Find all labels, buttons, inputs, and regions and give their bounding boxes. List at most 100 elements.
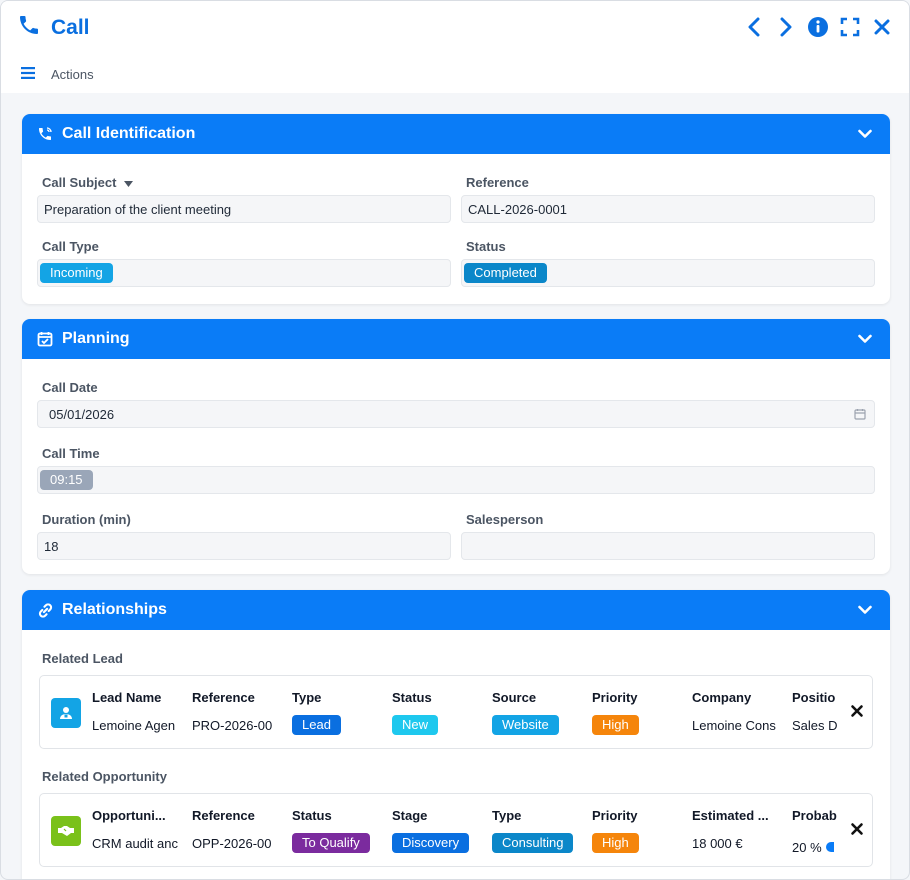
actions-menu[interactable]: Actions xyxy=(21,67,94,82)
lead-source-badge: Website xyxy=(492,715,559,735)
lead-type-badge: Lead xyxy=(292,715,341,735)
lead-user-icon xyxy=(51,698,81,728)
lead-company-value: Lemoine Cons xyxy=(692,717,776,733)
remove-opportunity-icon[interactable] xyxy=(850,822,864,841)
relationships-section: Relationships Related Lead Lead Name Lem… xyxy=(22,590,890,879)
call-identification-section: Call Identification Call Subject Prepara… xyxy=(22,114,890,304)
lead-type-col: Type Lead xyxy=(292,690,382,735)
window-header: Call Actions xyxy=(1,1,909,93)
chevron-down-icon[interactable] xyxy=(858,602,872,620)
column-header: Lead Name xyxy=(92,690,162,705)
column-header: Type xyxy=(492,808,522,823)
status-badge: Completed xyxy=(464,263,547,283)
calendar-check-icon xyxy=(36,330,54,348)
lead-position-value: Sales D xyxy=(792,717,838,733)
reference-label: Reference xyxy=(466,175,529,190)
lead-reference-value: PRO-2026-00 xyxy=(192,717,273,733)
call-date-label: Call Date xyxy=(42,380,98,395)
lead-name-col: Lead Name Lemoine Agen xyxy=(92,690,182,735)
column-header: Priority xyxy=(592,690,638,705)
column-header: Stage xyxy=(392,808,428,823)
handshake-icon xyxy=(51,816,81,846)
related-opportunity-card[interactable]: Opportuni... CRM audit anc Reference OPP… xyxy=(39,793,873,867)
call-subject-label-text: Call Subject xyxy=(42,175,117,190)
phone-icon xyxy=(17,13,41,42)
duration-field[interactable]: 18 xyxy=(37,532,451,560)
opportunity-probability-value: 20 % xyxy=(792,839,822,855)
chevron-down-icon[interactable] xyxy=(858,126,872,144)
call-date-field[interactable]: 05/01/2026 xyxy=(37,400,875,428)
column-header: Type xyxy=(292,690,322,705)
window-title: Call xyxy=(51,15,90,39)
column-header: Priority xyxy=(592,808,638,823)
opportunity-amount-col: Estimated ... 18 000 € xyxy=(692,808,782,853)
opportunity-status-badge: To Qualify xyxy=(292,833,370,853)
caret-down-icon[interactable] xyxy=(124,175,134,190)
planning-section: Planning Call Date 05/01/2026 Call Time … xyxy=(22,319,890,574)
opportunity-type-badge: Consulting xyxy=(492,833,574,853)
call-subject-field[interactable]: Preparation of the client meeting xyxy=(37,195,451,223)
opportunity-reference-value: OPP-2026-00 xyxy=(192,835,272,851)
opportunity-stage-badge: Discovery xyxy=(392,833,470,853)
lead-status-col: Status New xyxy=(392,690,482,735)
lead-company-col: Company Lemoine Cons xyxy=(692,690,782,735)
next-record-icon[interactable] xyxy=(775,14,797,40)
lead-source-col: Source Website xyxy=(492,690,582,735)
column-header: Reference xyxy=(192,690,255,705)
phone-volume-icon xyxy=(36,125,54,143)
call-identification-header[interactable]: Call Identification xyxy=(22,114,890,154)
hamburger-icon[interactable] xyxy=(21,67,35,82)
lead-priority-badge: High xyxy=(592,715,639,735)
reference-field[interactable]: CALL-2026-0001 xyxy=(461,195,875,223)
info-icon[interactable] xyxy=(807,14,829,40)
lead-reference-col: Reference PRO-2026-00 xyxy=(192,690,282,735)
previous-record-icon[interactable] xyxy=(743,14,765,40)
call-window: Call Actions Call Identification Call Su… xyxy=(0,0,910,880)
opportunity-reference-col: Reference OPP-2026-00 xyxy=(192,808,282,853)
relationships-header[interactable]: Relationships xyxy=(22,590,890,630)
remove-lead-icon[interactable] xyxy=(850,704,864,723)
opportunity-name-col: Opportuni... CRM audit anc xyxy=(92,808,182,853)
call-subject-label: Call Subject xyxy=(42,175,134,190)
column-header: Source xyxy=(492,690,537,705)
probability-bar xyxy=(825,842,834,852)
opportunity-amount-value: 18 000 € xyxy=(692,835,743,851)
column-header: Reference xyxy=(192,808,255,823)
related-lead-label: Related Lead xyxy=(42,651,123,666)
lead-status-badge: New xyxy=(392,715,439,735)
opportunity-priority-col: Priority High xyxy=(592,808,682,853)
salesperson-label: Salesperson xyxy=(466,512,544,527)
call-type-field[interactable]: Incoming xyxy=(37,259,451,287)
column-header: Probab xyxy=(792,808,837,823)
link-icon xyxy=(36,601,54,619)
planning-header[interactable]: Planning xyxy=(22,319,890,359)
chevron-down-icon[interactable] xyxy=(858,331,872,349)
related-opportunity-label: Related Opportunity xyxy=(42,769,167,784)
call-time-badge: 09:15 xyxy=(40,470,93,490)
call-time-label: Call Time xyxy=(42,446,100,461)
column-header: Company xyxy=(692,690,752,705)
calendar-icon[interactable] xyxy=(854,408,866,423)
call-date-value: 05/01/2026 xyxy=(49,406,115,422)
opportunity-stage-col: Stage Discovery xyxy=(392,808,482,853)
column-header: Opportuni... xyxy=(92,808,166,823)
opportunity-name-value: CRM audit anc xyxy=(92,835,178,851)
opportunity-probability-col: Probab 20 % xyxy=(792,808,838,857)
duration-label: Duration (min) xyxy=(42,512,131,527)
call-type-badge: Incoming xyxy=(40,263,113,283)
close-icon[interactable] xyxy=(871,14,893,40)
lead-priority-col: Priority High xyxy=(592,690,682,735)
section-title: Relationships xyxy=(62,601,167,618)
salesperson-field[interactable] xyxy=(461,532,875,560)
fullscreen-icon[interactable] xyxy=(839,14,861,40)
section-title: Planning xyxy=(62,330,130,347)
column-header: Positio xyxy=(792,690,836,705)
status-field[interactable]: Completed xyxy=(461,259,875,287)
column-header: Status xyxy=(392,690,432,705)
call-time-field[interactable]: 09:15 xyxy=(37,466,875,494)
lead-position-col: Positio Sales D xyxy=(792,690,838,735)
section-title: Call Identification xyxy=(62,125,196,142)
related-lead-card[interactable]: Lead Name Lemoine Agen Reference PRO-202… xyxy=(39,675,873,749)
lead-name-value: Lemoine Agen xyxy=(92,717,176,733)
actions-label[interactable]: Actions xyxy=(51,67,94,82)
